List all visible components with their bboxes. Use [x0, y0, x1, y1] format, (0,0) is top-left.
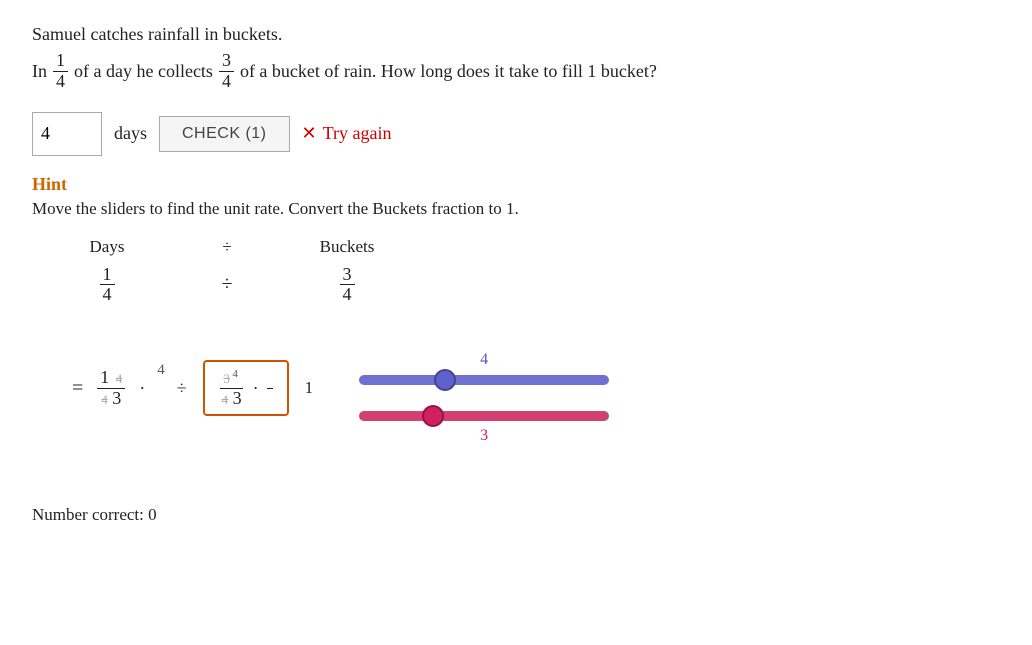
lhs-frac-days: 1 4 4 3 — [97, 368, 125, 409]
box-crossed-bot: 4 — [222, 392, 229, 407]
box-den-val: 3 — [233, 388, 242, 408]
try-again-row: ✕ Try again — [302, 123, 392, 144]
lhs-den-val: 3 — [112, 388, 121, 408]
days-fraction: 1 4 — [100, 265, 115, 306]
frac-days: 1 4 — [72, 265, 142, 306]
column-headers: Days ÷ Buckets — [72, 237, 1000, 257]
divide-symbol-2: ÷ — [177, 378, 187, 399]
divide-symbol: ÷ — [222, 273, 233, 296]
answer-row: days CHECK (1) ✕ Try again — [32, 112, 1000, 156]
boxed-fraction: 3 4 4 3 · — [203, 360, 289, 417]
statement-suffix: of a bucket of rain. How long does it ta… — [240, 57, 657, 86]
hint-label: Hint — [32, 174, 1000, 195]
dot-sep-1: · — [139, 378, 145, 399]
lhs-above-4: 4 — [157, 362, 165, 379]
slider-bottom-container — [359, 407, 609, 425]
lhs-num-val: 1 — [100, 367, 109, 387]
fraction-row: 1 4 ÷ 3 4 — [72, 265, 1000, 306]
buckets-fraction: 3 4 — [340, 265, 355, 306]
slider-top-thumb[interactable] — [434, 369, 456, 391]
slider-bottom-value: 3 — [359, 427, 609, 445]
answer-input[interactable] — [32, 112, 102, 156]
box-frac-2 — [267, 388, 273, 389]
equals-sign: = — [72, 377, 83, 400]
frac-div-sym: ÷ — [192, 273, 262, 296]
hint-text: Move the sliders to find the unit rate. … — [32, 199, 1000, 219]
slider-bottom-track[interactable] — [359, 411, 609, 421]
slider-top-value: 4 — [359, 351, 609, 369]
one-label: 1 — [301, 378, 314, 398]
slider-row-bottom: 3 — [359, 407, 609, 445]
col-buckets: Buckets — [312, 237, 382, 257]
box-crossed-top: 3 — [223, 371, 230, 386]
equals-row: = 1 4 4 3 · 4 ÷ 3 4 — [72, 360, 313, 417]
dot-sep-2: · — [253, 378, 259, 399]
number-correct: Number correct: 0 — [32, 505, 1000, 525]
slider-bottom-thumb[interactable] — [422, 405, 444, 427]
days-label: days — [114, 123, 147, 144]
slider-row-top: 4 — [359, 351, 609, 389]
fraction-1-4: 1 4 — [53, 51, 68, 92]
box-frac: 3 4 4 3 — [219, 368, 245, 409]
sliders-section: 4 3 — [359, 331, 609, 445]
lhs-crossed-top: 4 — [116, 371, 123, 386]
lhs-crossed-bot: 4 — [101, 392, 108, 407]
problem-title: Samuel catches rainfall in buckets. — [32, 24, 1000, 45]
slider-top-container — [359, 371, 609, 389]
col-divider: ÷ — [192, 237, 262, 257]
try-again-label[interactable]: Try again — [323, 123, 392, 144]
x-icon: ✕ — [302, 123, 317, 144]
box-above-4: 4 — [232, 368, 238, 380]
lhs-fraction: 1 4 4 3 — [95, 368, 127, 409]
frac-buckets: 3 4 — [312, 265, 382, 306]
fraction-3-4: 3 4 — [219, 51, 234, 92]
col-days: Days — [72, 237, 142, 257]
statement-in: In — [32, 57, 47, 86]
hint-section: Hint Move the sliders to find the unit r… — [32, 174, 1000, 219]
slider-top-track[interactable] — [359, 375, 609, 385]
statement-mid: of a day he collects — [74, 57, 213, 86]
problem-statement: In 1 4 of a day he collects 3 4 of a buc… — [32, 51, 1000, 92]
check-button[interactable]: CHECK (1) — [159, 116, 290, 152]
